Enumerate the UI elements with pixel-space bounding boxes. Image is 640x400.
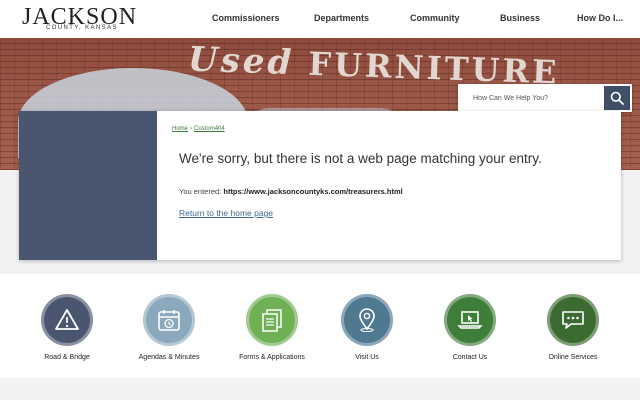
- breadcrumb-home[interactable]: Home: [172, 126, 188, 132]
- quick-link-label: Visit Us: [355, 354, 379, 361]
- entered-label: You entered:: [179, 187, 222, 196]
- return-home-link[interactable]: Return to the home page: [179, 208, 273, 218]
- footer-strip: [0, 378, 640, 400]
- chat-icon: [562, 311, 584, 329]
- county-logo[interactable]: JACKSON COUNTY, KANSAS: [22, 4, 136, 32]
- entered-url: https://www.jacksoncountyks.com/treasure…: [223, 187, 403, 196]
- sign-used: Used: [187, 39, 295, 84]
- documents-icon: [262, 309, 282, 332]
- card-sidebar: [19, 111, 157, 260]
- quick-link-visit-us[interactable]: Visit Us: [317, 294, 417, 361]
- quick-link-road-bridge[interactable]: Road & Bridge: [17, 294, 117, 361]
- quick-link-label: Contact Us: [452, 354, 488, 361]
- quick-link-circle: [444, 294, 496, 346]
- calendar-icon: [158, 310, 180, 331]
- quick-link-label: Online Services: [548, 354, 598, 361]
- quick-link-agendas[interactable]: Agendas & Minutes: [119, 294, 219, 361]
- search-box: [458, 84, 632, 112]
- nav-item-community[interactable]: Community: [410, 13, 460, 23]
- quick-link-online-services[interactable]: Online Services: [523, 294, 623, 361]
- nav-item-commissioners[interactable]: Commissioners: [212, 13, 280, 23]
- logo-subtitle: COUNTY, KANSAS: [46, 25, 118, 31]
- quick-link-circle: [143, 294, 195, 346]
- search-input[interactable]: [458, 84, 604, 112]
- quick-link-forms[interactable]: Forms & Applications: [222, 294, 322, 361]
- quick-link-circle: [341, 294, 393, 346]
- breadcrumb: Home › Custom404: [172, 126, 225, 132]
- laptop-cursor-icon: [457, 311, 483, 329]
- content-card: Home › Custom404 We're sorry, but there is…: [19, 111, 621, 260]
- breadcrumb-separator: ›: [190, 126, 193, 132]
- nav-item-departments[interactable]: Departments: [314, 13, 369, 23]
- breadcrumb-current[interactable]: Custom404: [194, 126, 225, 132]
- nav-item-how-do-i[interactable]: How Do I...: [577, 13, 623, 23]
- warning-icon: [55, 309, 79, 330]
- quick-link-circle: [41, 294, 93, 346]
- page: JACKSON COUNTY, KANSAS Commissioners Dep…: [0, 0, 640, 400]
- site-header: JACKSON COUNTY, KANSAS Commissioners Dep…: [0, 0, 640, 38]
- nav-item-business[interactable]: Business: [500, 13, 540, 23]
- quick-link-circle: [246, 294, 298, 346]
- error-heading: We're sorry, but there is not a web page…: [179, 151, 542, 166]
- quick-link-contact-us[interactable]: Contact Us: [420, 294, 520, 361]
- quick-link-label: Agendas & Minutes: [138, 354, 200, 361]
- quick-link-label: Road & Bridge: [44, 354, 90, 361]
- map-pin-icon: [359, 308, 375, 332]
- search-button[interactable]: [604, 86, 630, 110]
- quick-link-label: Forms & Applications: [239, 354, 305, 361]
- entered-line: You entered: https://www.jacksoncountyks…: [179, 187, 403, 196]
- quick-link-circle: [547, 294, 599, 346]
- quick-links: Road & Bridge Agendas & Minutes Forms & …: [0, 274, 640, 378]
- main-nav: Commissioners Departments Community Busi…: [190, 0, 640, 38]
- search-icon: [610, 91, 624, 105]
